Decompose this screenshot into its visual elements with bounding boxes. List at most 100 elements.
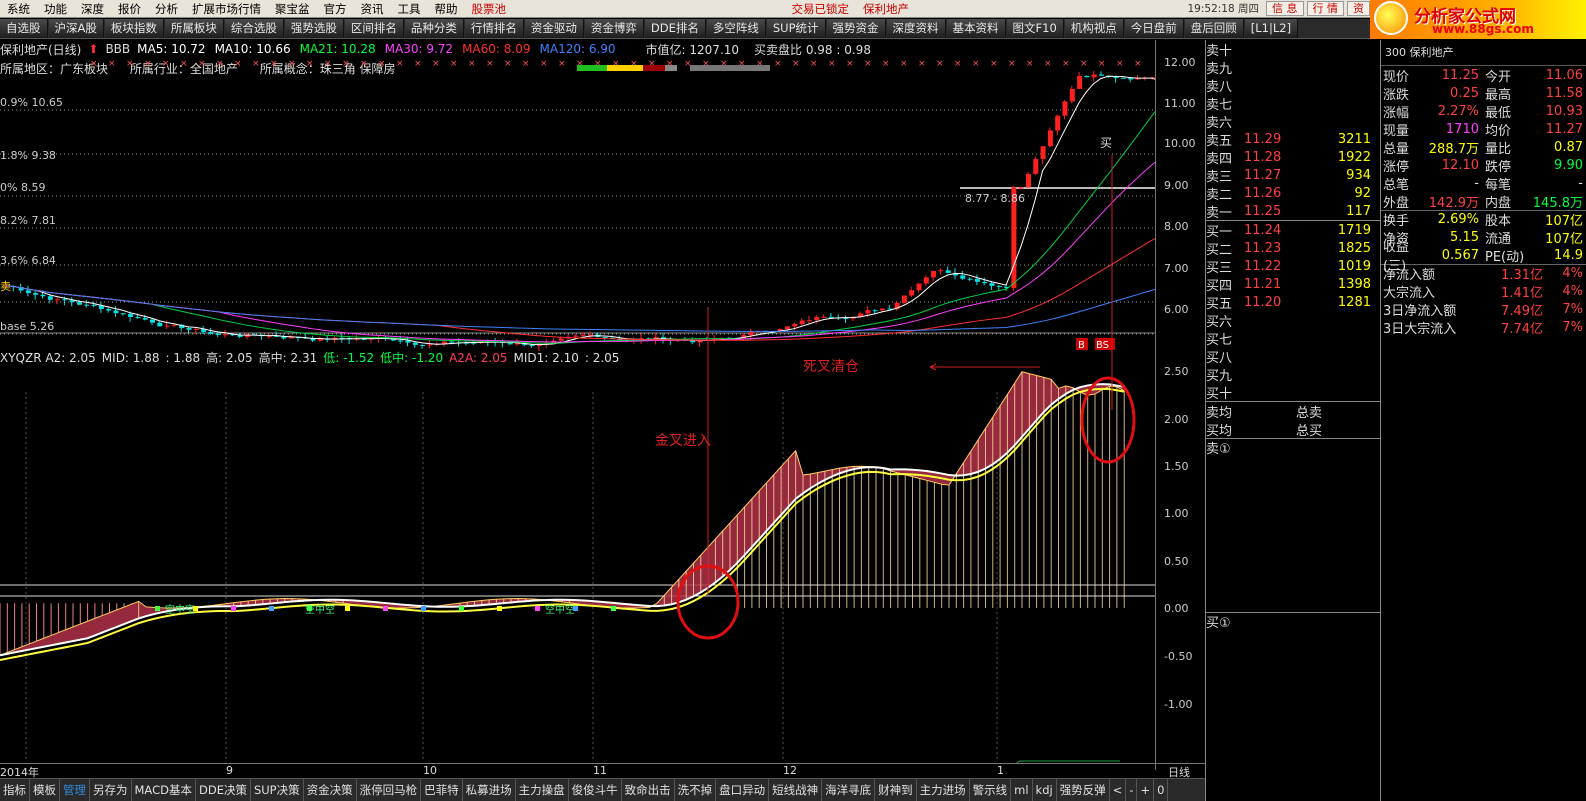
menu-item-0[interactable]: 系统 xyxy=(0,1,37,17)
menu-notice-1: 保利地产 xyxy=(863,1,909,16)
indicator-tab-9[interactable]: 巴菲特 xyxy=(421,779,463,801)
menu-item-10[interactable]: 帮助 xyxy=(428,1,465,17)
toolbar-button-0[interactable]: 自选股 xyxy=(0,19,48,38)
toolbar-button-4[interactable]: 综合选股 xyxy=(224,19,284,38)
flag-marker: × xyxy=(162,59,170,69)
indicator-tab-26[interactable]: + xyxy=(1137,779,1155,801)
toolbar-button-14[interactable]: 强势资金 xyxy=(826,19,886,38)
candle-body xyxy=(1018,187,1024,189)
menu-button-0[interactable]: 信 息 xyxy=(1266,1,1304,16)
menu-item-4[interactable]: 分析 xyxy=(148,1,185,17)
indicator-tab-18[interactable]: 财神到 xyxy=(875,779,917,801)
menu-button-2[interactable]: 资 xyxy=(1347,1,1370,16)
candle-body xyxy=(223,334,228,336)
flag-marker: × xyxy=(1098,59,1106,69)
indicator-tab-7[interactable]: 资金决策 xyxy=(304,779,357,801)
menu-item-8[interactable]: 资讯 xyxy=(354,1,391,17)
menu-item-1[interactable]: 功能 xyxy=(37,1,74,17)
indicator-tab-27[interactable]: 0 xyxy=(1154,779,1169,801)
indicator-tab-5[interactable]: DDE决策 xyxy=(196,779,251,801)
indicator-tab-16[interactable]: 短线战神 xyxy=(769,779,823,801)
indicator-tab-1[interactable]: 模板 xyxy=(30,779,60,801)
candle-body xyxy=(135,316,141,319)
indicator-tab-19[interactable]: 主力进场 xyxy=(917,779,970,801)
indicator-tab-22[interactable]: kdj xyxy=(1033,779,1057,801)
signal-marker xyxy=(497,606,502,611)
indicator-tab-15[interactable]: 盘口异动 xyxy=(716,779,770,801)
indicator-info-bar: XYQZR A2: 2.05 MID: 1.88: 1.88 高: 2.05 高中: … xyxy=(0,349,1155,365)
flag-marker: × xyxy=(270,59,278,69)
toolbar-button-9[interactable]: 资金驱动 xyxy=(524,19,584,38)
indicator-tab-20[interactable]: 警示线 xyxy=(970,779,1012,801)
toolbar-button-3[interactable]: 所属板块 xyxy=(164,19,224,38)
quote-value: 0.567 xyxy=(1441,247,1479,263)
quote-row-5: 涨停 12.10 跌停 9.90 xyxy=(1381,156,1586,175)
toolbar-button-20[interactable]: 盘后回顾 xyxy=(1184,19,1244,38)
ad-banner[interactable]: 分析家公式网 www.88gs.com xyxy=(1370,0,1586,39)
candle-body xyxy=(960,275,966,279)
toolbar-button-1[interactable]: 沪深A股 xyxy=(48,19,104,38)
menu-item-7[interactable]: 官方 xyxy=(317,1,354,17)
flag-marker: × xyxy=(900,59,908,69)
sell-row-0: 卖十 xyxy=(1206,40,1380,59)
quote-key: 均价 xyxy=(1485,123,1512,139)
toolbar-button-21[interactable]: [L1|L2] xyxy=(1244,19,1299,38)
toolbar-button-2[interactable]: 板块指数 xyxy=(104,19,164,38)
indicator-tab-12[interactable]: 俊俊斗牛 xyxy=(569,779,622,801)
indicator-tab-6[interactable]: SUP决策 xyxy=(251,779,304,801)
sell-price: 11.27 xyxy=(1244,167,1282,183)
toolbar-button-17[interactable]: 图文F10 xyxy=(1006,19,1064,38)
toolbar-button-12[interactable]: 多空阵线 xyxy=(706,19,766,38)
menu-item-2[interactable]: 深度 xyxy=(74,1,111,17)
candle-body xyxy=(821,316,827,318)
toolbar-button-15[interactable]: 深度资料 xyxy=(886,19,946,38)
indicator-tab-8[interactable]: 涨停回马枪 xyxy=(357,779,422,801)
candle-body xyxy=(807,320,812,322)
candle-body xyxy=(580,334,586,336)
indicator-tab-23[interactable]: 强势反弹 xyxy=(1057,779,1110,801)
buy-level-label: 买七 xyxy=(1206,332,1233,348)
flag-marker: × xyxy=(486,59,494,69)
indicator-tab-10[interactable]: 私募进场 xyxy=(463,779,516,801)
menu-item-stock-pool[interactable]: 股票池 xyxy=(465,1,514,17)
quote-value: 2.27% xyxy=(1437,103,1479,119)
toolbar-button-5[interactable]: 强势选股 xyxy=(284,19,344,38)
toolbar-button-7[interactable]: 品种分类 xyxy=(404,19,464,38)
indicator-tab-21[interactable]: ml xyxy=(1011,779,1033,801)
flag-marker: × xyxy=(342,59,350,69)
quote-value: 107亿 xyxy=(1545,214,1583,229)
candle-body xyxy=(931,270,937,278)
quote-key: 总笔 xyxy=(1383,177,1410,193)
menu-item-5[interactable]: 扩展市场行情 xyxy=(185,1,268,17)
toolbar-button-10[interactable]: 资金博弈 xyxy=(584,19,644,38)
indicator-tab-13[interactable]: 致命出击 xyxy=(622,779,675,801)
toolbar-button-13[interactable]: SUP统计 xyxy=(766,19,826,38)
candle-body xyxy=(398,340,404,342)
indicator-tab-2[interactable]: 管理 xyxy=(60,779,90,801)
indicator-tick: -1.00 xyxy=(1164,698,1193,711)
menu-item-3[interactable]: 报价 xyxy=(111,1,148,17)
indicator-tab-4[interactable]: MACD基本 xyxy=(132,779,196,801)
toolbar-button-11[interactable]: DDE排名 xyxy=(644,19,706,38)
indicator-tab-24[interactable]: < xyxy=(1110,779,1127,801)
indicator-tab-14[interactable]: 洗不掉 xyxy=(675,779,717,801)
indicator-tab-11[interactable]: 主力操盘 xyxy=(516,779,569,801)
menu-item-9[interactable]: 工具 xyxy=(391,1,428,17)
toolbar-button-16[interactable]: 基本资料 xyxy=(946,19,1006,38)
toolbar-button-18[interactable]: 机构视点 xyxy=(1064,19,1124,38)
menu-item-6[interactable]: 聚宝盆 xyxy=(268,1,317,17)
kline-chart[interactable]: 0.9% 10.65 1.8% 9.38 0% 8.59 8.2% 7.81 3.6% … xyxy=(0,40,1155,763)
menu-button-1[interactable]: 行 情 xyxy=(1306,1,1344,16)
flag-marker: × xyxy=(432,59,440,69)
quote-value: 1710 xyxy=(1445,121,1479,137)
toolbar-button-6[interactable]: 区间排名 xyxy=(344,19,404,38)
indicator-tab-3[interactable]: 另存为 xyxy=(90,779,132,801)
indicator-tab-0[interactable]: 指标 xyxy=(0,779,30,801)
flag-marker: × xyxy=(810,59,818,69)
toolbar-button-19[interactable]: 今日盘前 xyxy=(1124,19,1184,38)
toolbar-button-8[interactable]: 行情排名 xyxy=(464,19,524,38)
indicator-tab-25[interactable]: - xyxy=(1126,779,1138,801)
avg-row-1: 买均 总买 xyxy=(1206,420,1380,439)
indicator-tabs: 指标 模板 管理 另存为 MACD基本 DDE决策 SUP决策 资金决策 涨停回马枪 巴菲特 私募进… xyxy=(0,778,1205,801)
indicator-tab-17[interactable]: 海洋寻底 xyxy=(822,779,876,801)
